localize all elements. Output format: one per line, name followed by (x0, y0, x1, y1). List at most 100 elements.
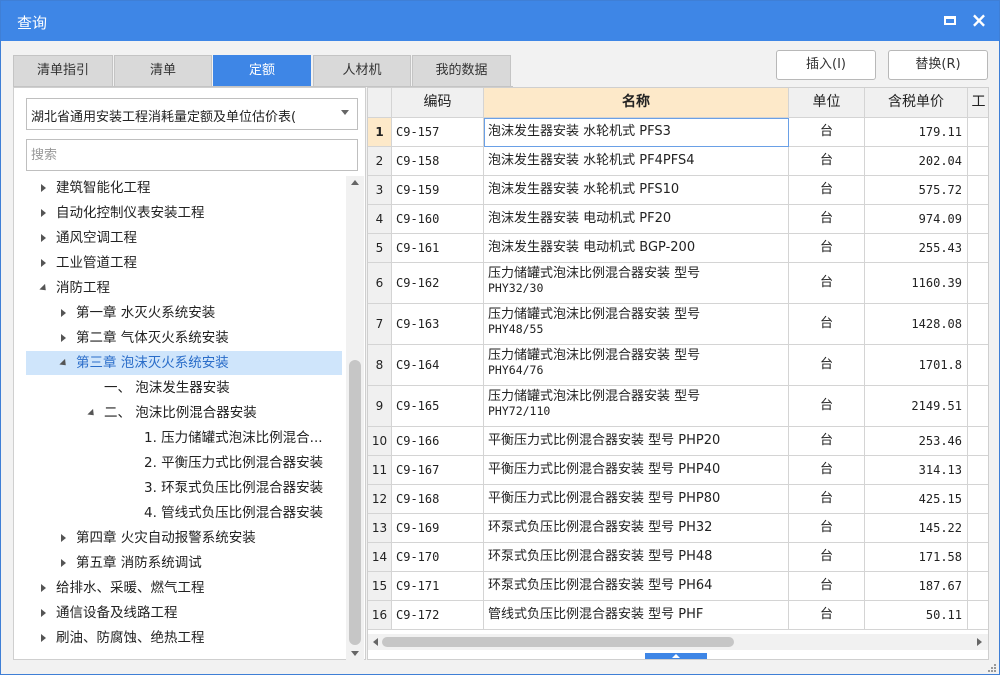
name-cell[interactable]: 平衡压力式比例混合器安装 型号 PHP40 (484, 456, 789, 485)
expand-arrow-icon[interactable] (38, 176, 50, 200)
unit-cell[interactable]: 台 (789, 514, 865, 543)
code-cell[interactable]: C9-158 (392, 147, 484, 176)
code-cell[interactable]: C9-170 (392, 543, 484, 572)
tree-node[interactable]: 第一章 水灭火系统安装 (26, 301, 342, 325)
table-row[interactable]: 15 C9-171 环泵式负压比例混合器安装 型号 PH64 台 187.67 (368, 572, 988, 601)
tree-scrollbar[interactable] (346, 176, 364, 660)
unit-cell[interactable]: 台 (789, 345, 865, 386)
resize-grip-icon[interactable] (985, 661, 997, 673)
code-cell[interactable]: C9-172 (392, 601, 484, 630)
unit-cell[interactable]: 台 (789, 386, 865, 427)
library-select[interactable]: 湖北省通用安装工程消耗量定额及单位估价表( (26, 98, 358, 130)
expand-arrow-icon[interactable] (38, 251, 50, 275)
tree-node[interactable]: 一、 泡沫发生器安装 (26, 376, 342, 400)
code-cell[interactable]: C9-167 (392, 456, 484, 485)
panel-splitter-handle[interactable] (645, 653, 707, 659)
name-cell[interactable]: 泡沫发生器安装 水轮机式 PFS10 (484, 176, 789, 205)
unit-cell[interactable]: 台 (789, 205, 865, 234)
price-cell[interactable]: 202.04 (865, 147, 968, 176)
tree-node[interactable]: 2. 平衡压力式比例混合器安装 (26, 451, 342, 475)
name-cell[interactable]: 泡沫发生器安装 水轮机式 PF4PFS4 (484, 147, 789, 176)
scroll-right-icon[interactable] (977, 638, 982, 646)
unit-cell[interactable]: 台 (789, 456, 865, 485)
tree-node[interactable]: 第三章 泡沫灭火系统安装 (26, 351, 342, 375)
tree-node[interactable]: 消防工程 (26, 276, 342, 300)
code-cell[interactable]: C9-166 (392, 427, 484, 456)
price-cell[interactable]: 253.46 (865, 427, 968, 456)
column-header[interactable]: 名称 (484, 88, 789, 118)
unit-cell[interactable]: 台 (789, 572, 865, 601)
search-input[interactable] (26, 139, 358, 171)
table-row[interactable]: 3 C9-159 泡沫发生器安装 水轮机式 PFS10 台 575.72 (368, 176, 988, 205)
name-cell[interactable]: 环泵式负压比例混合器安装 型号 PH64 (484, 572, 789, 601)
expand-arrow-icon[interactable] (58, 551, 70, 575)
tree-node[interactable]: 1. 压力储罐式泡沫比例混合... (26, 426, 342, 450)
tab-4[interactable]: 我的数据 (412, 55, 511, 87)
unit-cell[interactable]: 台 (789, 234, 865, 263)
table-row[interactable]: 10 C9-166 平衡压力式比例混合器安装 型号 PHP20 台 253.46 (368, 427, 988, 456)
expand-arrow-icon[interactable] (38, 601, 50, 625)
tree-node[interactable]: 4. 管线式负压比例混合器安装 (26, 501, 342, 525)
code-cell[interactable]: C9-159 (392, 176, 484, 205)
unit-cell[interactable]: 台 (789, 147, 865, 176)
name-cell[interactable]: 平衡压力式比例混合器安装 型号 PHP80 (484, 485, 789, 514)
close-icon[interactable]: × (969, 9, 989, 31)
name-cell[interactable]: 环泵式负压比例混合器安装 型号 PH48 (484, 543, 789, 572)
code-cell[interactable]: C9-160 (392, 205, 484, 234)
price-cell[interactable]: 974.09 (865, 205, 968, 234)
table-row[interactable]: 5 C9-161 泡沫发生器安装 电动机式 BGP-200 台 255.43 (368, 234, 988, 263)
table-row[interactable]: 11 C9-167 平衡压力式比例混合器安装 型号 PHP40 台 314.13 (368, 456, 988, 485)
code-cell[interactable]: C9-162 (392, 263, 484, 304)
tree-node[interactable]: 建筑智能化工程 (26, 176, 342, 200)
collapse-arrow-icon[interactable] (58, 351, 70, 375)
name-cell[interactable]: 泡沫发生器安装 电动机式 BGP-200 (484, 234, 789, 263)
title-bar[interactable]: 查询 × (1, 1, 999, 41)
minimize-icon[interactable] (942, 13, 958, 29)
unit-cell[interactable]: 台 (789, 176, 865, 205)
insert-button[interactable]: 插入(I) (776, 50, 876, 80)
price-cell[interactable]: 314.13 (865, 456, 968, 485)
grid-horizontal-scrollbar[interactable] (368, 634, 988, 650)
tree-node[interactable]: 3. 环泵式负压比例混合器安装 (26, 476, 342, 500)
tree-node[interactable]: 第二章 气体灭火系统安装 (26, 326, 342, 350)
tree-node[interactable]: 通信设备及线路工程 (26, 601, 342, 625)
name-cell[interactable]: 压力储罐式泡沫比例混合器安装 型号 PHY32/30 (484, 263, 789, 304)
price-cell[interactable]: 425.15 (865, 485, 968, 514)
code-cell[interactable]: C9-161 (392, 234, 484, 263)
tab-3[interactable]: 人材机 (313, 55, 411, 87)
code-cell[interactable]: C9-165 (392, 386, 484, 427)
tree-node[interactable]: 第五章 消防系统调试 (26, 551, 342, 575)
table-row[interactable]: 2 C9-158 泡沫发生器安装 水轮机式 PF4PFS4 台 202.04 (368, 147, 988, 176)
expand-arrow-icon[interactable] (38, 201, 50, 225)
unit-cell[interactable]: 台 (789, 304, 865, 345)
code-cell[interactable]: C9-168 (392, 485, 484, 514)
name-cell[interactable]: 泡沫发生器安装 水轮机式 PFS3 (484, 118, 789, 147)
column-header[interactable] (368, 88, 392, 118)
name-cell[interactable]: 压力储罐式泡沫比例混合器安装 型号 PHY64/76 (484, 345, 789, 386)
tree-node[interactable]: 自动化控制仪表安装工程 (26, 201, 342, 225)
price-cell[interactable]: 179.11 (865, 118, 968, 147)
table-row[interactable]: 6 C9-162 压力储罐式泡沫比例混合器安装 型号 PHY32/30 台 1160.39 (368, 263, 988, 304)
price-cell[interactable]: 145.22 (865, 514, 968, 543)
collapse-arrow-icon[interactable] (86, 401, 98, 425)
name-cell[interactable]: 平衡压力式比例混合器安装 型号 PHP20 (484, 427, 789, 456)
column-header[interactable]: 含税单价 (865, 88, 968, 118)
tree-node[interactable]: 工业管道工程 (26, 251, 342, 275)
scroll-up-icon[interactable] (351, 180, 359, 185)
code-cell[interactable]: C9-171 (392, 572, 484, 601)
unit-cell[interactable]: 台 (789, 263, 865, 304)
unit-cell[interactable]: 台 (789, 118, 865, 147)
table-row[interactable]: 7 C9-163 压力储罐式泡沫比例混合器安装 型号 PHY48/55 台 1428.08 (368, 304, 988, 345)
table-row[interactable]: 9 C9-165 压力储罐式泡沫比例混合器安装 型号 PHY72/110 台 2149.5… (368, 386, 988, 427)
chevron-down-icon[interactable] (341, 110, 349, 115)
price-cell[interactable]: 171.58 (865, 543, 968, 572)
price-cell[interactable]: 2149.51 (865, 386, 968, 427)
unit-cell[interactable]: 台 (789, 543, 865, 572)
expand-arrow-icon[interactable] (38, 576, 50, 600)
tree-node[interactable]: 刷油、防腐蚀、绝热工程 (26, 626, 342, 650)
name-cell[interactable]: 压力储罐式泡沫比例混合器安装 型号 PHY72/110 (484, 386, 789, 427)
code-cell[interactable]: C9-169 (392, 514, 484, 543)
unit-cell[interactable]: 台 (789, 427, 865, 456)
code-cell[interactable]: C9-164 (392, 345, 484, 386)
name-cell[interactable]: 管线式负压比例混合器安装 型号 PHF (484, 601, 789, 630)
